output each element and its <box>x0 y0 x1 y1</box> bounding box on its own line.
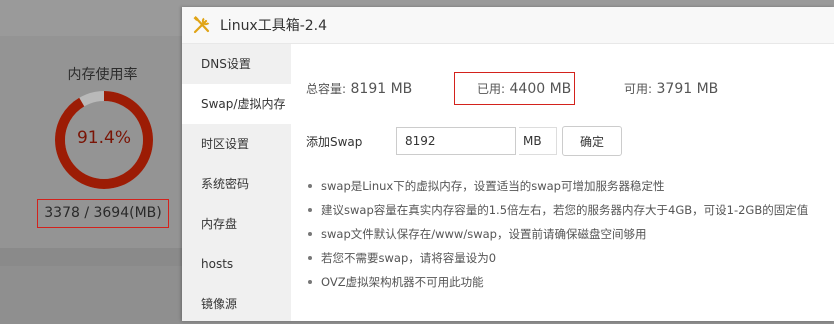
tip-item: swap是Linux下的虚拟内存，设置适当的swap可增加服务器稳定性 <box>306 174 831 198</box>
dialog-titlebar[interactable]: Linux工具箱-2.4 <box>182 7 834 44</box>
sidebar-item-timezone[interactable]: 时区设置 <box>182 124 291 164</box>
tools-icon <box>193 16 210 34</box>
confirm-button[interactable]: 确定 <box>562 126 622 156</box>
sidebar-item-ramdisk[interactable]: 内存盘 <box>182 204 291 244</box>
swap-available-value: 3791 MB <box>656 81 719 97</box>
memory-detail: 3378 / 3694(MB) <box>37 199 169 228</box>
swap-available-label: 可用: <box>624 82 653 96</box>
linux-toolbox-dialog: Linux工具箱-2.4 DNS设置 Swap/虚拟内存 时区设置 系统密码 内… <box>182 7 834 321</box>
swap-size-input[interactable] <box>396 127 516 155</box>
memory-percent: 91.4% <box>76 128 131 148</box>
tip-item: 建议swap容量在真实内存容量的1.5倍左右，若您的服务器内存大于4GB，可设1… <box>306 198 831 222</box>
memory-usage-title: 内存使用率 <box>67 67 138 83</box>
swap-unit: MB <box>519 127 557 155</box>
add-swap-row: 添加Swap MB 确定 <box>306 126 826 156</box>
swap-panel: 总容量: 8191 MB 已用: 4400 MB 可用: 3791 MB 添加S… <box>291 44 834 321</box>
tip-item: swap文件默认保存在/www/swap，设置前请确保磁盘空间够用 <box>306 222 831 246</box>
sidebar: DNS设置 Swap/虚拟内存 时区设置 系统密码 内存盘 hosts 镜像源 <box>182 44 291 321</box>
swap-available: 可用: 3791 MB <box>624 80 718 97</box>
swap-total: 总容量: 8191 MB <box>306 80 412 97</box>
sidebar-item-system-password[interactable]: 系统密码 <box>182 164 291 204</box>
sidebar-item-mirror[interactable]: 镜像源 <box>182 284 291 324</box>
sidebar-item-dns[interactable]: DNS设置 <box>182 44 291 84</box>
tip-item: 若您不需要swap，请将容量设为0 <box>306 246 831 270</box>
dialog-title: Linux工具箱-2.4 <box>220 18 328 34</box>
add-swap-label: 添加Swap <box>306 135 363 149</box>
used-highlight-box <box>454 72 575 105</box>
sidebar-item-hosts[interactable]: hosts <box>182 244 291 284</box>
swap-total-label: 总容量: <box>306 82 347 96</box>
swap-total-value: 8191 MB <box>350 81 413 97</box>
sidebar-item-swap[interactable]: Swap/虚拟内存 <box>182 84 291 124</box>
tip-item: OVZ虚拟架构机器不可用此功能 <box>306 270 831 294</box>
swap-tips: swap是Linux下的虚拟内存，设置适当的swap可增加服务器稳定性 建议sw… <box>306 174 831 294</box>
background-divider <box>0 248 182 266</box>
